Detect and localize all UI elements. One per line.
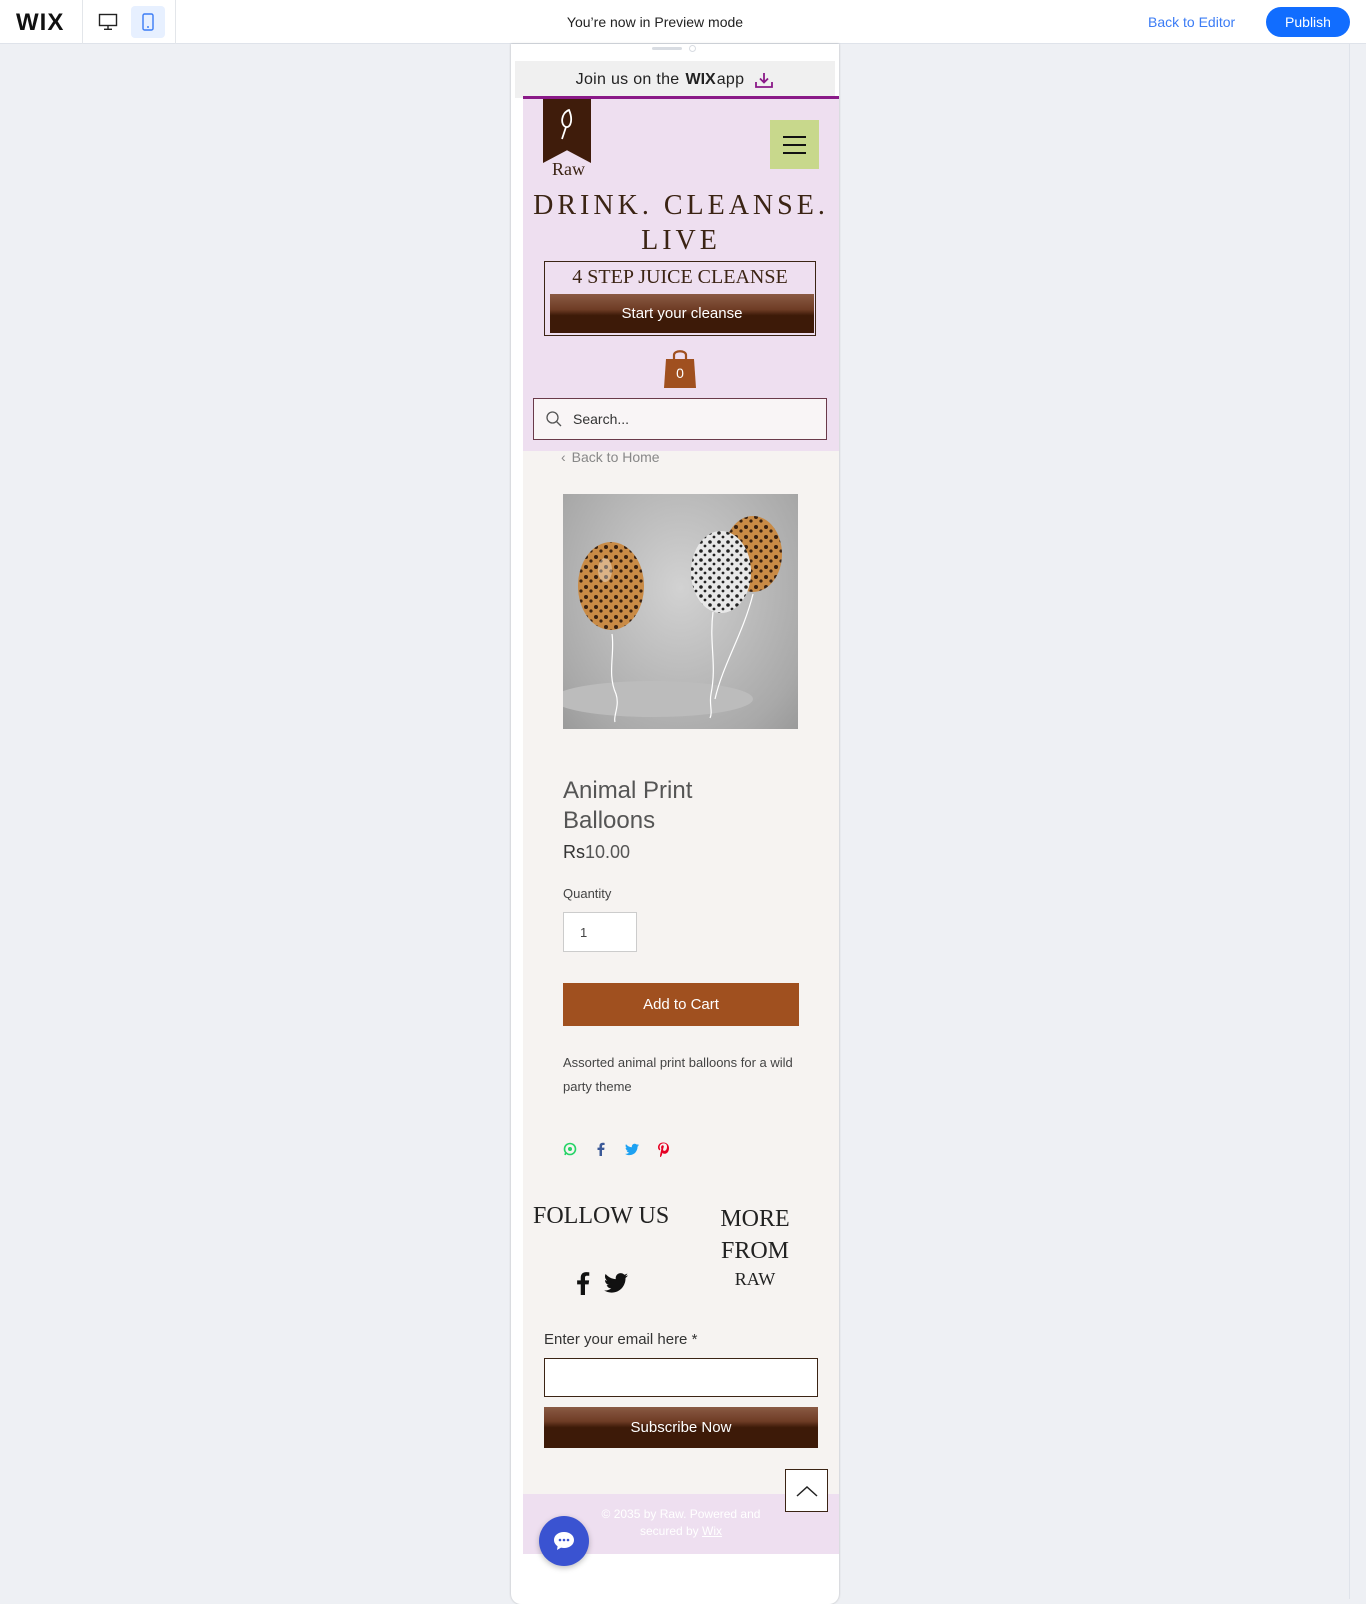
back-to-editor-link[interactable]: Back to Editor	[1148, 14, 1235, 30]
email-field-label: Enter your email here *	[544, 1331, 698, 1348]
cart-button[interactable]: 0	[663, 347, 697, 389]
phone-notch	[652, 47, 682, 50]
preview-mode-message: You’re now in Preview mode	[566, 14, 744, 30]
subscribe-button[interactable]: Subscribe Now	[544, 1407, 818, 1448]
cart-count: 0	[676, 365, 684, 381]
more-from-raw-link[interactable]: RAW	[708, 1269, 802, 1290]
leaf-logo-icon	[561, 108, 573, 140]
whatsapp-icon[interactable]	[563, 1142, 577, 1156]
product-description: Assorted animal print balloons for a wil…	[563, 1055, 793, 1094]
more-from-heading: MORE FROM	[720, 1206, 790, 1264]
search-input[interactable]	[571, 410, 805, 428]
back-to-home-label: Back to Home	[571, 449, 660, 465]
start-cleanse-button[interactable]: Start your cleanse	[550, 294, 814, 333]
back-to-top-button[interactable]	[785, 1469, 828, 1512]
site-page: Raw DRINK. CLEANSE. LIVE 4 STEP JUICE CL…	[523, 99, 839, 1554]
social-links	[576, 1271, 628, 1300]
price-value: 10.00	[585, 842, 631, 862]
publish-button[interactable]: Publish	[1266, 7, 1350, 37]
preview-scroll-divider	[1349, 44, 1350, 1599]
follow-us-heading: FOLLOW US	[533, 1203, 670, 1229]
phone-camera	[689, 45, 696, 52]
facebook-icon[interactable]	[576, 1271, 590, 1300]
quantity-stepper[interactable]	[563, 912, 637, 952]
twitter-share-icon[interactable]	[625, 1142, 639, 1156]
chat-button[interactable]	[539, 1516, 589, 1566]
pinterest-share-icon[interactable]	[656, 1142, 670, 1157]
copyright-label: © 2035 by Raw. Powered and secured by	[601, 1507, 761, 1538]
quantity-input[interactable]	[578, 913, 632, 951]
balloons-photo	[563, 516, 782, 723]
add-to-cart-button[interactable]: Add to Cart	[563, 983, 799, 1026]
wix-app-banner[interactable]: Join us on the WIX app	[515, 61, 835, 98]
copyright-text: © 2035 by Raw. Powered and secured by Wi…	[583, 1506, 779, 1540]
share-buttons	[563, 1142, 670, 1157]
price-currency: Rs	[563, 842, 585, 862]
search-bar[interactable]	[533, 398, 827, 440]
cleanse-promo-title: 4 STEP JUICE CLEANSE	[572, 266, 788, 288]
menu-line	[783, 143, 806, 146]
email-field[interactable]	[544, 1358, 818, 1397]
wix-link[interactable]: Wix	[702, 1524, 722, 1538]
mobile-preview-frame: Join us on the WIX app Raw DRINK. CLEANS…	[511, 44, 839, 1604]
product-name: Animal Print Balloons	[563, 777, 693, 834]
app-banner-prefix: Join us on the	[575, 70, 680, 88]
app-banner-suffix: app	[716, 70, 745, 88]
product-price: Rs10.00	[563, 842, 630, 863]
download-icon[interactable]	[754, 71, 774, 89]
menu-line	[783, 151, 806, 154]
site-tagline: DRINK. CLEANSE. LIVE	[533, 190, 829, 256]
app-banner-brand: WIX	[685, 70, 716, 88]
hamburger-menu-button[interactable]	[770, 120, 819, 169]
chat-bubble-icon	[554, 1532, 574, 1550]
search-icon	[546, 411, 562, 427]
product-image[interactable]	[563, 494, 798, 729]
chevron-up-icon	[795, 1485, 818, 1497]
menu-line	[783, 135, 806, 138]
editor-toolbar: WIX You’re now in Preview mode Back to E…	[0, 0, 1366, 44]
site-logo-text: Raw	[552, 159, 585, 179]
cleanse-promo-box: 4 STEP JUICE CLEANSE Start your cleanse	[544, 261, 816, 336]
back-to-home-link[interactable]: ‹ Back to Home	[561, 449, 660, 465]
chevron-left-icon: ‹	[561, 449, 566, 465]
facebook-share-icon[interactable]	[594, 1142, 608, 1156]
quantity-label: Quantity	[563, 886, 612, 901]
twitter-icon[interactable]	[604, 1273, 628, 1298]
